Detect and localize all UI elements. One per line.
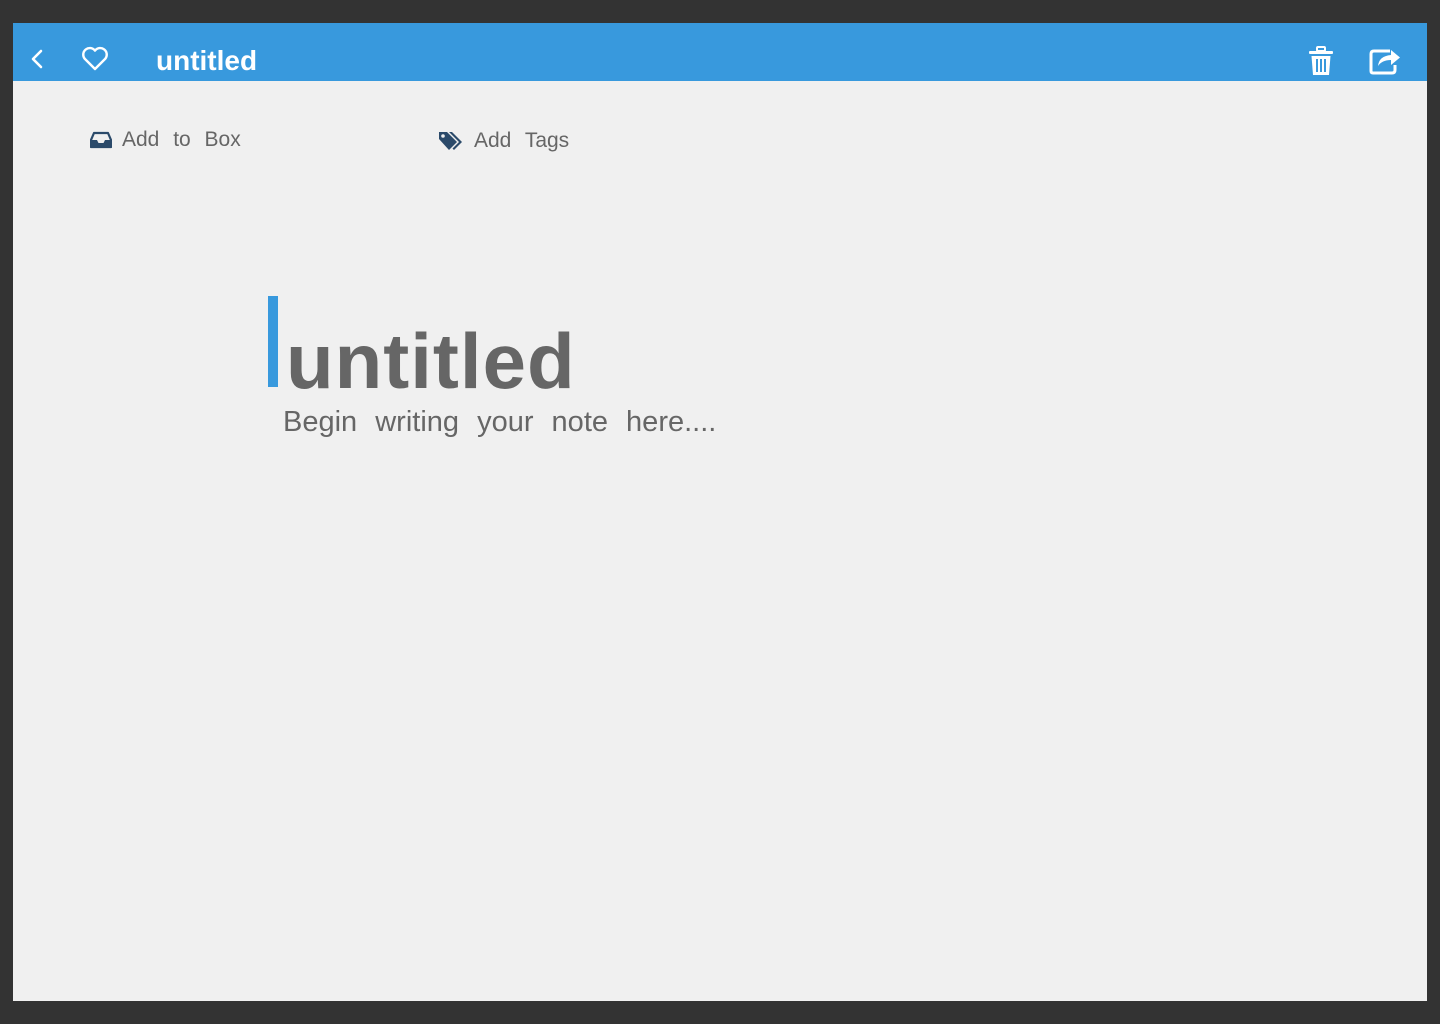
note-editor: untitled Begin writing your note here...…: [268, 296, 1168, 596]
back-button[interactable]: [23, 43, 51, 79]
delete-button[interactable]: [1303, 45, 1339, 81]
add-tags-label: Add Tags: [474, 129, 570, 152]
share-icon: [1368, 45, 1402, 80]
trash-icon: [1308, 45, 1334, 81]
add-to-box-label: Add to Box: [122, 128, 241, 151]
tags-icon: [438, 130, 464, 152]
note-body-input[interactable]: Begin writing your note here....: [283, 404, 716, 440]
favorite-button[interactable]: [77, 43, 113, 79]
add-to-box-button[interactable]: Add to Box: [90, 125, 241, 155]
text-caret: [268, 296, 278, 387]
note-editor-window: untitled Add to Box Add Tags untitled Be…: [13, 23, 1427, 1001]
note-title-input[interactable]: untitled: [286, 316, 576, 406]
topbar-note-title: untitled: [156, 45, 258, 76]
heart-outline-icon: [81, 46, 109, 77]
add-tags-button[interactable]: Add Tags: [438, 125, 569, 157]
share-button[interactable]: [1365, 43, 1405, 81]
inbox-tray-icon: [90, 131, 112, 149]
top-bar: untitled: [13, 23, 1427, 81]
chevron-left-icon: [30, 48, 44, 75]
